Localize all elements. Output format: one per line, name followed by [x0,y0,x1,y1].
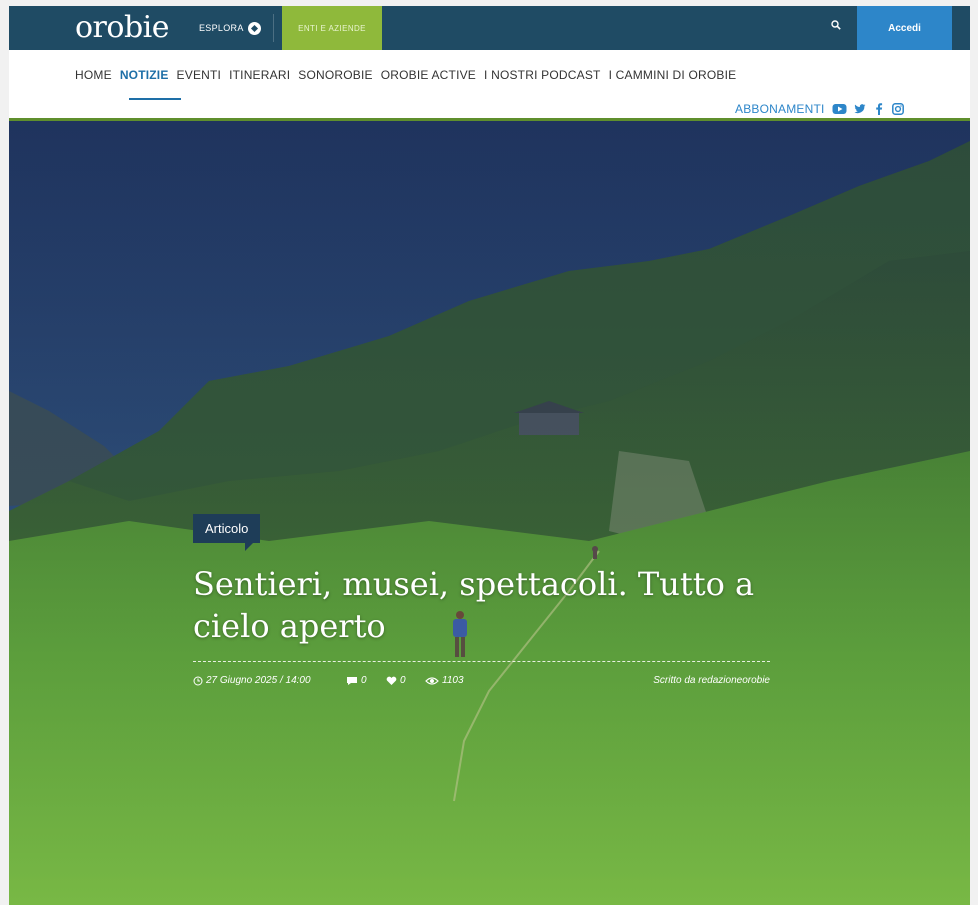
enti-aziende-button[interactable]: ENTI E AZIENDE [282,6,382,50]
divider [273,14,274,42]
eye-icon [425,676,439,685]
nav-item-itinerari[interactable]: ITINERARI [229,68,290,82]
nav-item-home[interactable]: HOME [75,68,112,82]
article-category-tag[interactable]: Articolo [193,514,261,551]
sub-nav: ABBONAMENTI [735,102,904,116]
active-nav-indicator [129,98,181,100]
comment-icon [347,676,357,685]
search-icon[interactable] [831,20,841,30]
hero-section: Articolo Sentieri, musei, spettacoli. Tu… [9,121,970,905]
nav-item-podcast[interactable]: I NOSTRI PODCAST [484,68,601,82]
heart-icon [386,676,397,685]
title-divider [193,661,770,662]
esplora-label: ESPLORA [199,23,244,33]
view-count-text: 1103 [442,675,464,686]
like-count[interactable]: 0 [386,675,406,686]
nav-item-orobie-active[interactable]: OROBIE ACTIVE [381,68,476,82]
article-author[interactable]: Scritto da redazioneorobie [653,675,770,686]
article-date: 27 Giugno 2025 / 14:00 [193,675,311,686]
comment-count[interactable]: 0 [346,675,367,686]
page-frame: orobie ESPLORA ENTI E AZIENDE Accedi HOM… [9,6,970,905]
nav-item-notizie[interactable]: NOTIZIE [120,68,169,82]
article-title: Sentieri, musei, spettacoli. Tutto a cie… [193,565,755,645]
abbonamenti-link[interactable]: ABBONAMENTI [735,102,825,116]
nav-item-sonorobie[interactable]: SONOROBIE [298,68,372,82]
facebook-icon[interactable] [873,103,885,115]
site-logo[interactable]: orobie [75,10,170,46]
article-date-text: 27 Giugno 2025 / 14:00 [206,675,311,686]
instagram-icon[interactable] [891,103,904,115]
view-count: 1103 [425,675,464,686]
hero-landscape-image [9,121,970,905]
login-button[interactable]: Accedi [857,6,952,50]
compass-icon [247,21,261,35]
comment-count-text: 0 [361,675,367,686]
nav-item-cammini[interactable]: I CAMMINI DI OROBIE [609,68,737,82]
youtube-icon[interactable] [832,103,847,115]
nav-item-eventi[interactable]: EVENTI [177,68,222,82]
top-bar: orobie ESPLORA ENTI E AZIENDE Accedi [9,6,970,50]
main-nav: HOME NOTIZIE EVENTI ITINERARI SONOROBIE … [75,68,736,82]
article-meta: 27 Giugno 2025 / 14:00 0 0 1103 Scritto … [193,675,770,691]
twitter-icon[interactable] [853,103,866,115]
like-count-text: 0 [400,675,406,686]
esplora-button[interactable]: ESPLORA [199,6,271,50]
clock-icon [193,676,203,685]
